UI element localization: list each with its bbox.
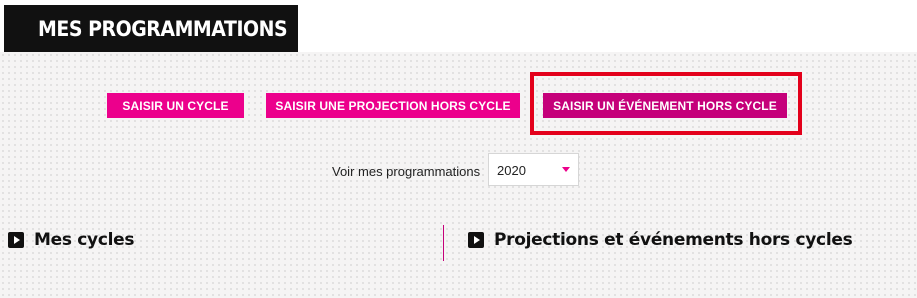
play-icon <box>8 232 24 248</box>
section-cycles-heading: Mes cycles <box>8 230 135 250</box>
play-icon <box>468 232 484 248</box>
year-select-value: 2020 <box>497 163 526 178</box>
section-projections-heading: Projections et événements hors cycles <box>468 230 853 250</box>
section-projections-title: Projections et événements hors cycles <box>494 230 853 250</box>
add-cycle-button[interactable]: SAISIR UN CYCLE <box>107 93 244 118</box>
year-filter: Voir mes programmations 2020 <box>0 152 917 188</box>
add-projection-button[interactable]: SAISIR UNE PROJECTION HORS CYCLE <box>266 93 520 118</box>
section-divider <box>443 225 444 261</box>
programmations-panel: SAISIR UN CYCLE SAISIR UNE PROJECTION HO… <box>0 52 917 298</box>
year-select[interactable]: 2020 <box>488 153 579 186</box>
chevron-down-icon <box>562 167 570 172</box>
year-filter-label: Voir mes programmations <box>332 164 481 179</box>
section-cycles-title: Mes cycles <box>34 230 135 250</box>
page-title: MES PROGRAMMATIONS <box>38 16 288 41</box>
add-event-button[interactable]: SAISIR UN ÉVÉNEMENT HORS CYCLE <box>543 93 787 118</box>
page-header-tab: MES PROGRAMMATIONS <box>4 5 298 52</box>
